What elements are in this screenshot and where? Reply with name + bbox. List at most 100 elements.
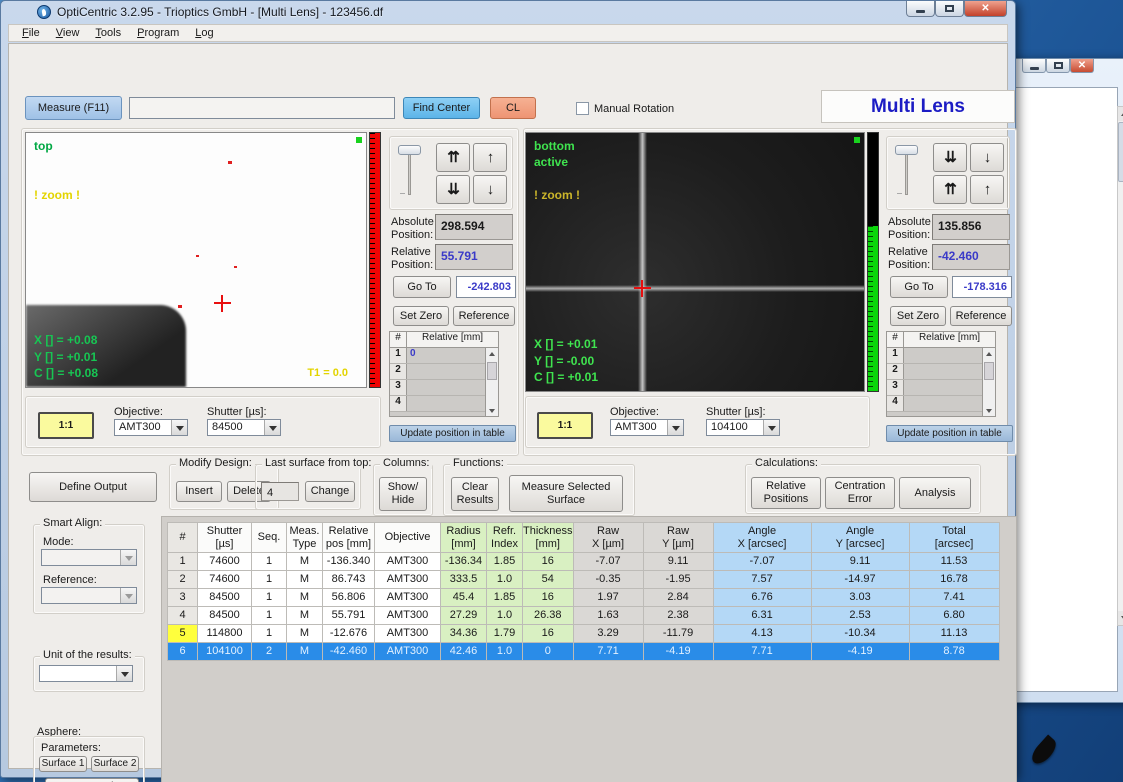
focus-slider[interactable] bbox=[905, 149, 908, 195]
table-scrollbar[interactable] bbox=[982, 348, 995, 416]
surface-row[interactable]: 3845001M56.806AMT30045.41.85161.972.846.… bbox=[168, 589, 1000, 607]
surface2-button[interactable]: Surface 2 bbox=[91, 756, 139, 772]
jog-double-down-button[interactable]: ⇊ bbox=[436, 175, 470, 204]
scroll-down-icon[interactable] bbox=[1118, 611, 1123, 625]
position-row[interactable]: 10 bbox=[390, 348, 498, 364]
focus-slider-handle[interactable] bbox=[398, 145, 421, 155]
cell: 74600 bbox=[198, 571, 252, 589]
objective-select[interactable]: AMT300 bbox=[114, 419, 188, 436]
reference-select[interactable] bbox=[41, 587, 137, 604]
column-header: Relative pos [mm] bbox=[323, 523, 375, 553]
bg-window-scrollbar[interactable] bbox=[1117, 106, 1123, 626]
position-row[interactable]: 1 bbox=[887, 348, 995, 364]
menu-log[interactable]: Log bbox=[188, 26, 220, 40]
jog-double-up-button[interactable]: ⇈ bbox=[933, 175, 967, 204]
update-position-button[interactable]: Update position in table bbox=[389, 425, 516, 442]
goto-button[interactable]: Go To bbox=[393, 276, 451, 298]
camera-view-top[interactable]: top ! zoom ! X [] = +0.08 Y [] = +0.01 C… bbox=[25, 132, 367, 388]
jog-down-button[interactable]: ↓ bbox=[970, 143, 1004, 172]
jog-double-up-button[interactable]: ⇈ bbox=[436, 143, 470, 172]
cell: 4.13 bbox=[713, 625, 811, 643]
measure-button[interactable]: Measure (F11) bbox=[25, 96, 122, 120]
analysis-button[interactable]: Analysis bbox=[899, 477, 971, 509]
surface-row[interactable]: 61041002M-42.460AMT30042.461.007.71-4.19… bbox=[168, 643, 1000, 661]
cell: 8.78 bbox=[909, 643, 999, 661]
position-row[interactable]: 3 bbox=[390, 380, 498, 396]
menu-program[interactable]: Program bbox=[130, 26, 186, 40]
unit-select[interactable] bbox=[39, 665, 133, 682]
bg-restore-button[interactable] bbox=[1046, 59, 1070, 73]
menu-file[interactable]: File bbox=[15, 26, 47, 40]
cell: M bbox=[287, 571, 323, 589]
bg-close-button[interactable]: ✕ bbox=[1070, 59, 1094, 73]
change-button[interactable]: Change bbox=[305, 481, 355, 502]
measure-selected-button[interactable]: Measure Selected Surface bbox=[509, 475, 623, 512]
surface-row[interactable]: 1746001M-136.340AMT300-136.341.8516-7.07… bbox=[168, 553, 1000, 571]
shutter-select[interactable]: 84500 bbox=[207, 419, 281, 436]
table-scrollbar[interactable] bbox=[485, 348, 498, 416]
surface1-button[interactable]: Surface 1 bbox=[39, 756, 87, 772]
position-row[interactable]: 3 bbox=[887, 380, 995, 396]
reference-button[interactable]: Reference bbox=[453, 306, 515, 326]
focus-slider[interactable] bbox=[408, 149, 411, 195]
camera-view-bottom[interactable]: bottom active ! zoom ! X [] = +0.01 Y []… bbox=[525, 132, 865, 392]
toolbar-input[interactable] bbox=[129, 97, 395, 119]
shutter-select[interactable]: 104100 bbox=[706, 419, 780, 436]
manual-rotation-checkbox[interactable] bbox=[576, 102, 589, 115]
update-position-button[interactable]: Update position in table bbox=[886, 425, 1013, 442]
surface-row[interactable]: 51148001M-12.676AMT30034.361.79163.29-11… bbox=[168, 625, 1000, 643]
cl-button[interactable]: CL bbox=[490, 97, 536, 119]
parameters-label: Parameters: bbox=[41, 742, 101, 755]
bg-minimize-button[interactable] bbox=[1022, 59, 1046, 73]
cell: 11.53 bbox=[909, 553, 999, 571]
scale-1to1-button[interactable]: 1:1 bbox=[537, 412, 593, 439]
position-row[interactable]: 4 bbox=[390, 396, 498, 412]
position-table[interactable]: #Relative [mm]10234 bbox=[389, 331, 499, 417]
relative-position-label: Relative Position: bbox=[391, 246, 433, 271]
set-zero-button[interactable]: Set Zero bbox=[393, 306, 449, 326]
position-row[interactable]: 4 bbox=[887, 396, 995, 412]
surface-row[interactable]: 4845001M55.791AMT30027.291.026.381.632.3… bbox=[168, 607, 1000, 625]
jog-up-button[interactable]: ↑ bbox=[970, 175, 1004, 204]
surface-row[interactable]: 2746001M86.743AMT300333.51.054-0.35-1.95… bbox=[168, 571, 1000, 589]
objective-select[interactable]: AMT300 bbox=[610, 419, 684, 436]
app-logo-icon bbox=[37, 5, 51, 19]
maximize-button[interactable] bbox=[935, 1, 964, 17]
title-bar[interactable]: OptiCentric 3.2.95 - Trioptics GmbH - [M… bbox=[1, 1, 1015, 23]
close-button[interactable]: ✕ bbox=[964, 1, 1007, 17]
focus-scale-red bbox=[369, 132, 381, 388]
show-hide-button[interactable]: Show/ Hide bbox=[379, 477, 427, 511]
mode-select[interactable] bbox=[41, 549, 137, 566]
scale-1to1-button[interactable]: 1:1 bbox=[38, 412, 94, 439]
position-table[interactable]: #Relative [mm]1234 bbox=[886, 331, 996, 417]
minimize-button[interactable] bbox=[906, 1, 935, 17]
centration-error-button[interactable]: Centration Error bbox=[825, 477, 895, 509]
objective-label: Objective: bbox=[610, 406, 659, 419]
combo-arrow-icon bbox=[120, 550, 136, 565]
cell: 6.80 bbox=[909, 607, 999, 625]
jog-down-button[interactable]: ↓ bbox=[473, 175, 507, 204]
menu-view[interactable]: View bbox=[49, 26, 87, 40]
focus-slider-handle[interactable] bbox=[895, 145, 918, 155]
cell: 45.4 bbox=[441, 589, 487, 607]
measure-asphere-button[interactable]: Measure Asphere bbox=[45, 778, 139, 782]
reference-button[interactable]: Reference bbox=[950, 306, 1012, 326]
relative-positions-button[interactable]: Relative Positions bbox=[751, 477, 821, 509]
scrollbar-thumb[interactable] bbox=[1118, 122, 1123, 182]
position-row[interactable]: 2 bbox=[887, 364, 995, 380]
scroll-up-icon[interactable] bbox=[1118, 107, 1123, 121]
define-output-button[interactable]: Define Output bbox=[29, 472, 157, 502]
insert-button[interactable]: Insert bbox=[176, 481, 222, 502]
menu-tools[interactable]: Tools bbox=[88, 26, 128, 40]
find-center-button[interactable]: Find Center bbox=[403, 97, 480, 119]
set-zero-button[interactable]: Set Zero bbox=[890, 306, 946, 326]
column-header: # bbox=[168, 523, 198, 553]
goto-button[interactable]: Go To bbox=[890, 276, 948, 298]
position-row[interactable]: 2 bbox=[390, 364, 498, 380]
cell: 56.806 bbox=[323, 589, 375, 607]
goto-input[interactable] bbox=[952, 276, 1012, 298]
goto-input[interactable] bbox=[456, 276, 516, 298]
clear-results-button[interactable]: Clear Results bbox=[451, 477, 499, 511]
jog-double-down-button[interactable]: ⇊ bbox=[933, 143, 967, 172]
jog-up-button[interactable]: ↑ bbox=[473, 143, 507, 172]
